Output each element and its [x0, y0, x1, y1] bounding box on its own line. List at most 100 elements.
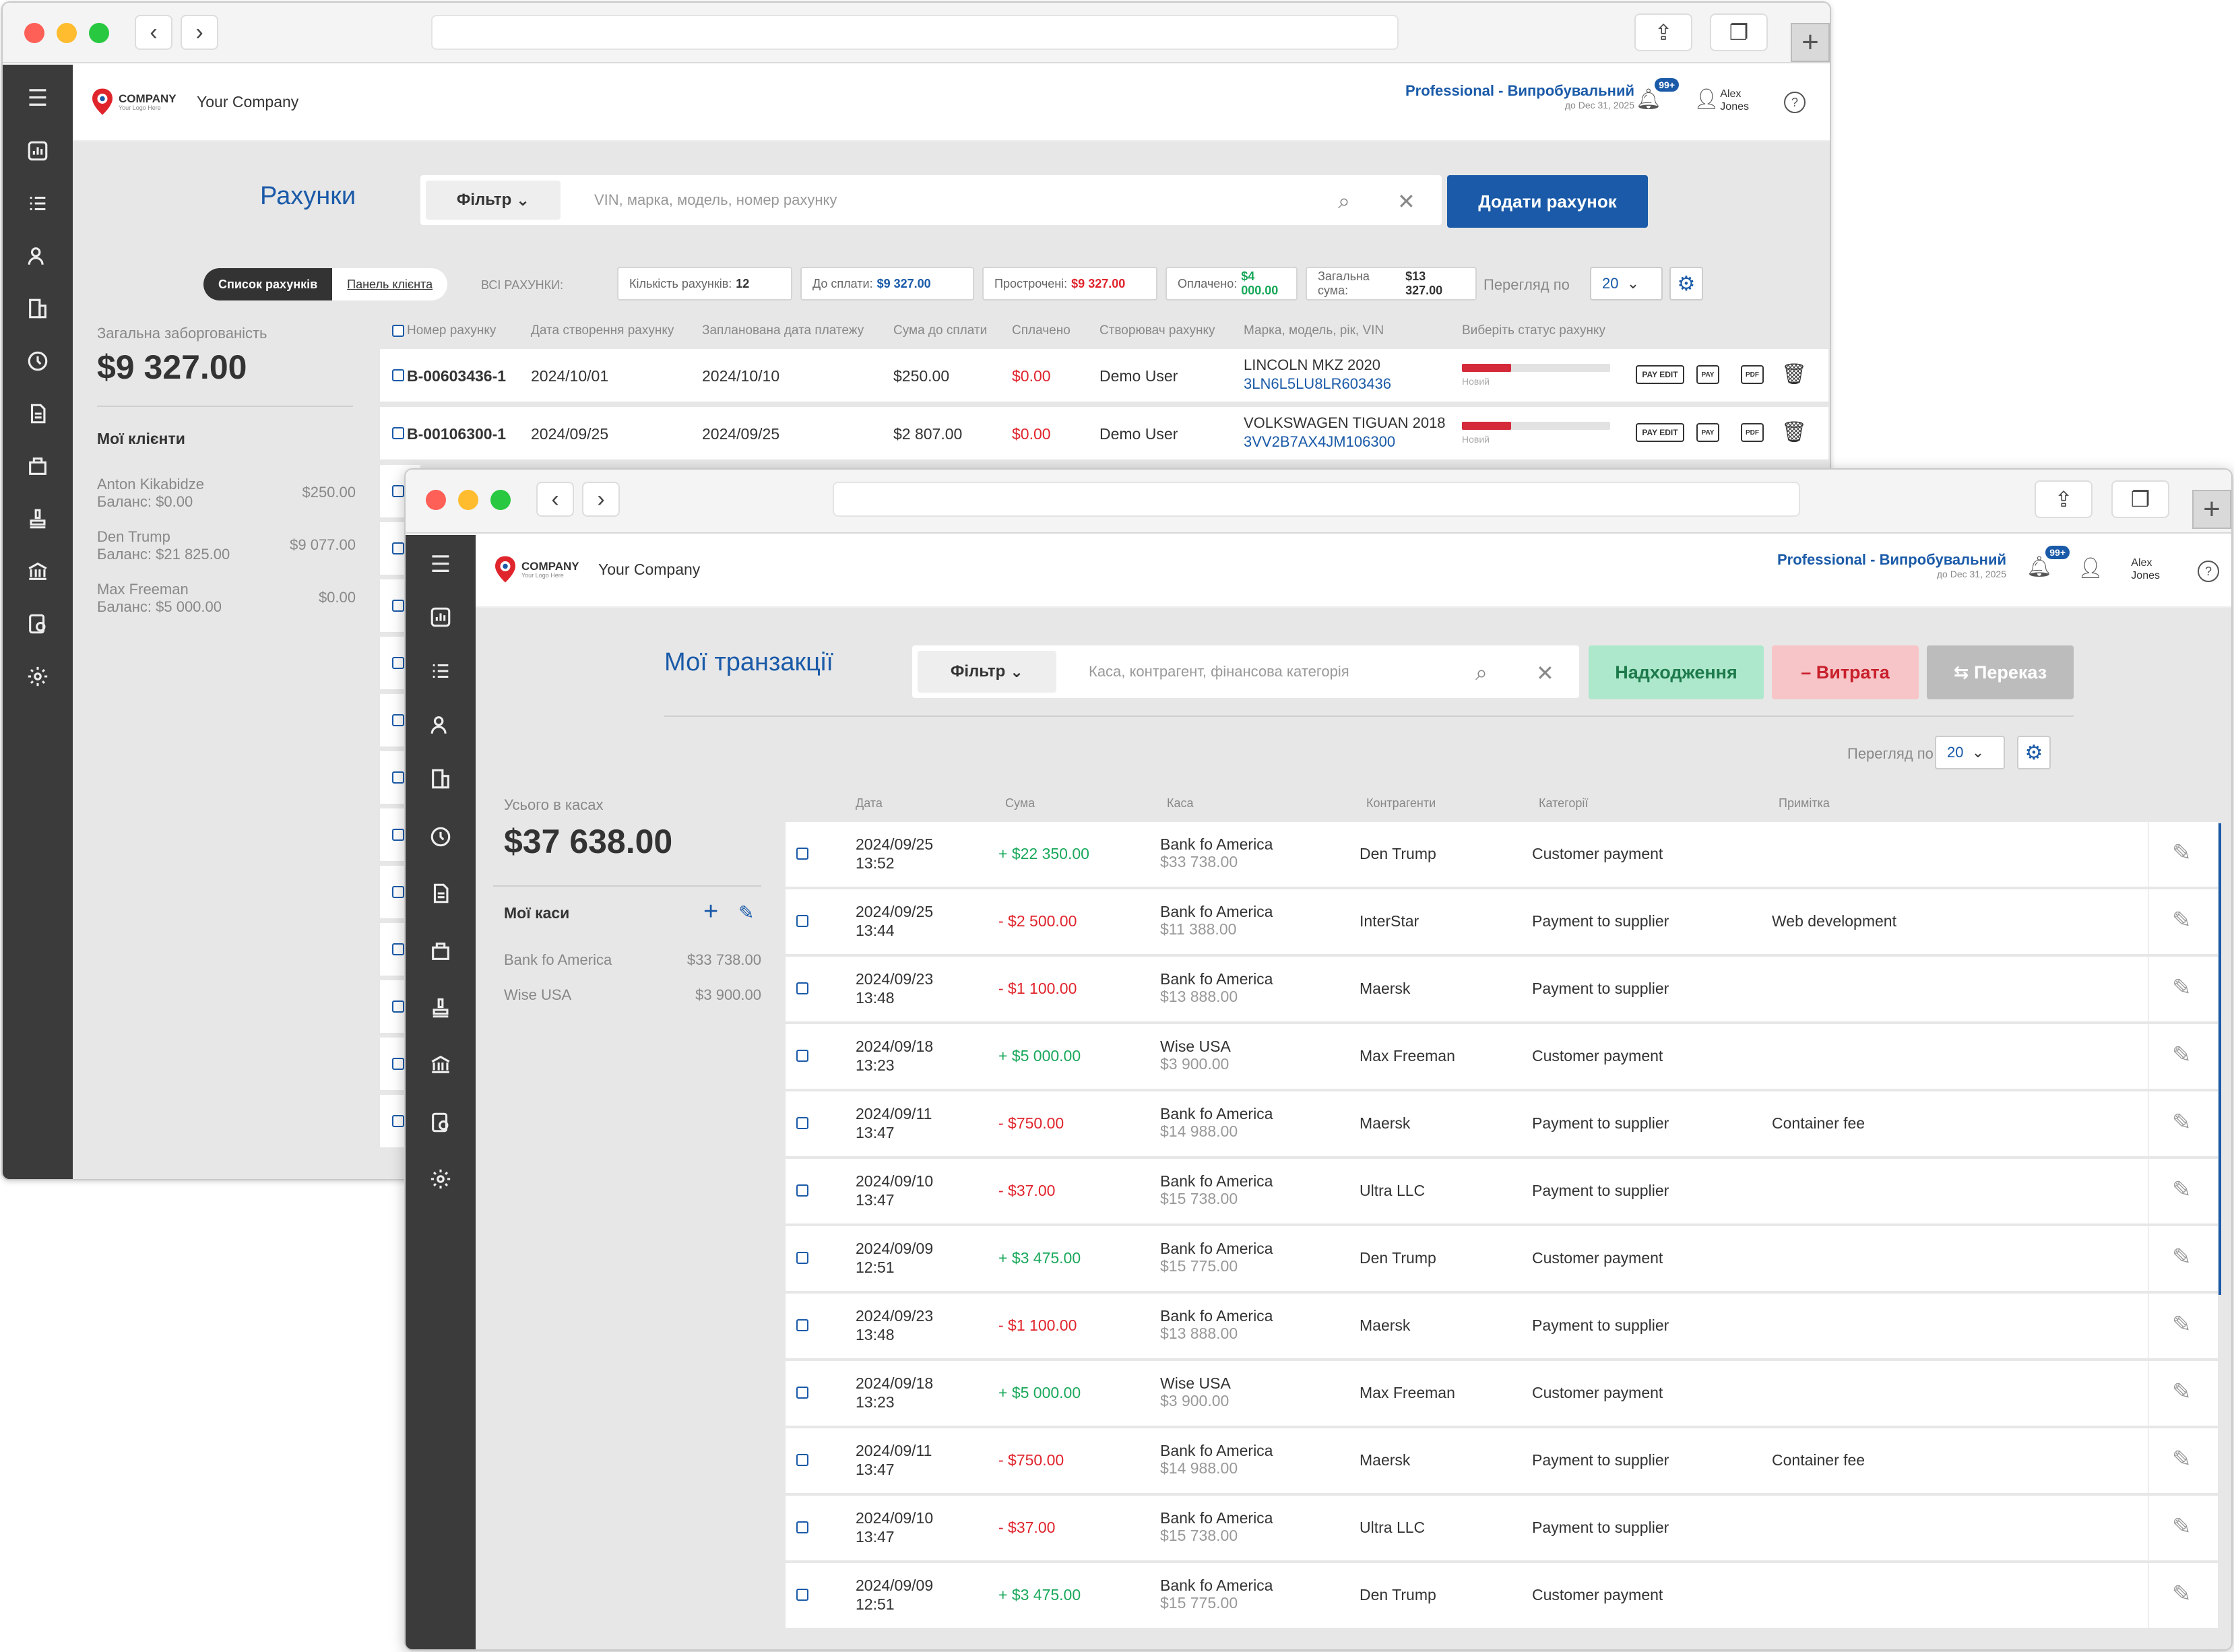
user-name[interactable]: Alex Jones: [2131, 557, 2160, 582]
row-checkbox[interactable]: [796, 982, 808, 994]
trash-icon[interactable]: 🗑︎: [1781, 362, 1807, 386]
stamp-icon[interactable]: [406, 988, 476, 1028]
row-checkbox[interactable]: [392, 829, 404, 841]
share-icon[interactable]: ⇪: [1634, 13, 1692, 51]
help-icon[interactable]: ?: [1784, 92, 1806, 113]
transaction-row[interactable]: 2024/09/25 13:44 - $2 500.00 Bank fo Americ…: [786, 889, 2218, 954]
transaction-row[interactable]: 2024/09/25 13:52 + $22 350.00 Bank fo Ameri…: [786, 822, 2218, 887]
pencil-icon[interactable]: ✎: [2172, 974, 2192, 1001]
filter-dropdown[interactable]: Фільтр ⌄: [918, 651, 1056, 693]
new-tab-button[interactable]: +: [2192, 490, 2231, 529]
table-row[interactable]: B-00603436-1 2024/10/01 2024/10/10 $250.00 $…: [380, 349, 1828, 403]
row-checkbox[interactable]: [392, 1058, 404, 1070]
tab-invoice-list[interactable]: Список рахунків: [203, 268, 333, 300]
exchange-icon[interactable]: [406, 817, 476, 857]
row-checkbox[interactable]: [392, 1115, 404, 1127]
transaction-row[interactable]: 2024/09/18 13:23 + $5 000.00 Wise USA $3 900…: [786, 1024, 2218, 1089]
address-bar[interactable]: [431, 15, 1399, 50]
filter-dropdown[interactable]: Фільтр ⌄: [426, 181, 561, 220]
row-checkbox[interactable]: [392, 369, 404, 381]
select-all-checkbox[interactable]: [392, 325, 404, 337]
client-name[interactable]: Max Freeman Баланс: $5 000.00: [97, 581, 222, 616]
row-checkbox[interactable]: [392, 600, 404, 612]
row-checkbox[interactable]: [392, 886, 404, 898]
row-checkbox[interactable]: [392, 714, 404, 726]
pencil-icon[interactable]: ✎: [2172, 1042, 2192, 1069]
pay-edit-button[interactable]: PAY EDIT: [1636, 423, 1684, 442]
settings-icon[interactable]: [3, 656, 73, 697]
pencil-icon[interactable]: ✎: [2172, 839, 2192, 866]
plan-info[interactable]: Professional - Випробувальний до Dec 31,…: [1405, 82, 1634, 110]
stat-chip[interactable]: Загальна сума: $13 327.00: [1306, 267, 1477, 300]
pay-button[interactable]: PAY: [1696, 365, 1719, 384]
minimize-window-button[interactable]: [458, 490, 478, 510]
transaction-row[interactable]: 2024/09/11 13:47 - $750.00 Bank fo America $…: [786, 1428, 2218, 1493]
row-checkbox[interactable]: [796, 1252, 808, 1264]
maximize-window-button[interactable]: [89, 23, 109, 43]
help-icon[interactable]: ?: [2198, 561, 2219, 582]
pay-edit-button[interactable]: PAY EDIT: [1636, 365, 1684, 384]
box-icon[interactable]: [406, 931, 476, 972]
pencil-icon[interactable]: ✎: [2172, 1378, 2192, 1405]
document-icon[interactable]: [3, 393, 73, 434]
row-checkbox[interactable]: [392, 485, 404, 497]
status-progress[interactable]: [1462, 364, 1610, 372]
row-checkbox[interactable]: [392, 771, 404, 784]
vehicle-vin[interactable]: 3VV2B7AX4JM106300: [1244, 433, 1446, 451]
client-name[interactable]: Anton Kikabidze Баланс: $0.00: [97, 476, 204, 511]
new-tab-button[interactable]: +: [1791, 23, 1830, 62]
row-checkbox[interactable]: [796, 915, 808, 927]
transaction-row[interactable]: 2024/09/10 13:47 - $37.00 Bank fo America $1…: [786, 1159, 2218, 1224]
row-checkbox[interactable]: [796, 848, 808, 860]
row-checkbox[interactable]: [392, 943, 404, 955]
search-icon[interactable]: ⌕: [1338, 189, 1350, 214]
pencil-icon[interactable]: ✎: [2172, 1513, 2192, 1540]
transaction-row[interactable]: 2024/09/09 12:51 + $3 475.00 Bank fo Americ…: [786, 1226, 2218, 1291]
stat-chip[interactable]: Кількість рахунків: 12: [617, 267, 792, 300]
stat-chip[interactable]: Прострочені: $9 327.00: [982, 267, 1157, 300]
tab-client-panel[interactable]: Панель клієнта: [332, 268, 448, 300]
share-icon[interactable]: ⇪: [2035, 480, 2093, 518]
client-name[interactable]: Den Trump Баланс: $21 825.00: [97, 528, 230, 564]
search-input[interactable]: Каса, контрагент, фінансова категорія: [1089, 645, 1466, 698]
dashboard-icon[interactable]: [406, 597, 476, 637]
row-checkbox[interactable]: [796, 1521, 808, 1533]
status-progress[interactable]: [1462, 422, 1610, 430]
close-window-button[interactable]: [426, 490, 446, 510]
transaction-row[interactable]: 2024/09/23 13:48 - $1 100.00 Bank fo Americ…: [786, 957, 2218, 1021]
bank-icon[interactable]: [3, 551, 73, 592]
back-button[interactable]: ‹: [135, 15, 172, 50]
tabs-icon[interactable]: ❐: [2111, 480, 2169, 518]
dashboard-icon[interactable]: [3, 131, 73, 171]
pdf-button[interactable]: PDF: [1741, 423, 1764, 442]
row-checkbox[interactable]: [392, 1000, 404, 1013]
stamp-icon[interactable]: [3, 499, 73, 539]
settings-gear-icon[interactable]: ⚙: [1669, 267, 1703, 300]
trash-icon[interactable]: 🗑︎: [1781, 420, 1807, 444]
menu-icon[interactable]: ☰: [3, 78, 73, 119]
stat-chip[interactable]: До сплати: $9 327.00: [800, 267, 974, 300]
transaction-row[interactable]: 2024/09/10 13:47 - $37.00 Bank fo America $1…: [786, 1496, 2218, 1560]
clients-icon[interactable]: [406, 705, 476, 745]
buildings-icon[interactable]: [3, 288, 73, 329]
row-checkbox[interactable]: [392, 542, 404, 554]
pencil-icon[interactable]: ✎: [2172, 907, 2192, 934]
transfer-button[interactable]: ⇆ Переказ: [1927, 645, 2074, 699]
pdf-button[interactable]: PDF: [1741, 365, 1764, 384]
forward-button[interactable]: ›: [181, 15, 218, 50]
box-icon[interactable]: [3, 446, 73, 486]
pencil-icon[interactable]: ✎: [2172, 1176, 2192, 1203]
pencil-icon[interactable]: ✎: [2172, 1581, 2192, 1608]
document-icon[interactable]: [406, 873, 476, 914]
buildings-icon[interactable]: [406, 759, 476, 799]
transaction-row[interactable]: 2024/09/23 13:48 - $1 100.00 Bank fo Americ…: [786, 1294, 2218, 1358]
table-row[interactable]: B-00106300-1 2024/09/25 2024/09/25 $2 807.0…: [380, 407, 1828, 461]
row-checkbox[interactable]: [796, 1589, 808, 1601]
pencil-icon[interactable]: ✎: [2172, 1446, 2192, 1473]
report-icon[interactable]: [406, 1102, 476, 1143]
row-checkbox[interactable]: [796, 1050, 808, 1062]
cashbox-name[interactable]: Wise USA: [504, 986, 571, 1004]
row-checkbox[interactable]: [796, 1117, 808, 1129]
add-cashbox-icon[interactable]: +: [703, 897, 718, 926]
settings-icon[interactable]: [406, 1159, 476, 1199]
